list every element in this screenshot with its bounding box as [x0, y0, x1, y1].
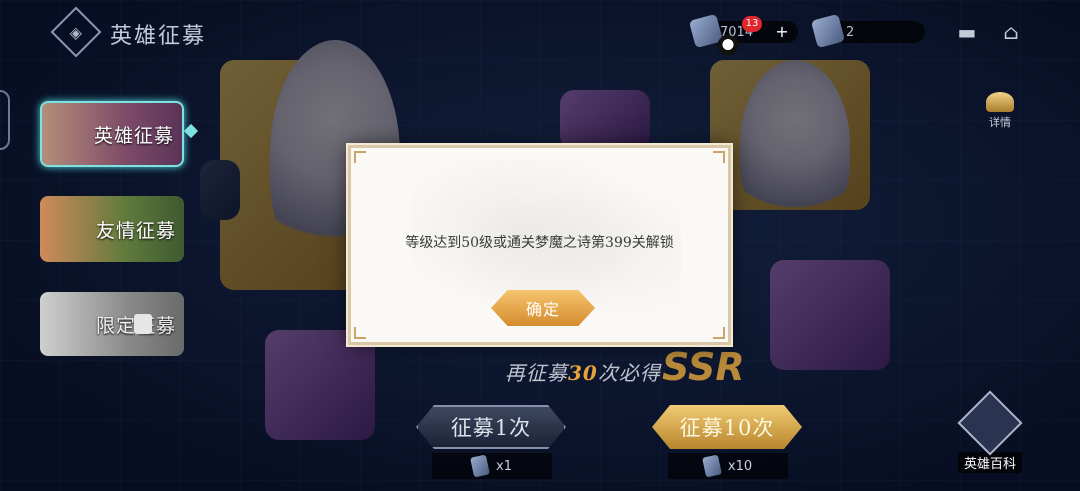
corner-ornament — [713, 151, 725, 163]
recruit-ten-button[interactable]: 征募10次 — [652, 405, 802, 449]
corner-ornament — [713, 327, 725, 339]
sidebar-item-hero-recruit[interactable]: 英雄征募 — [40, 101, 184, 167]
dialog-message: 等级达到50级或通关梦魔之诗第399关解锁 — [405, 235, 674, 251]
confirm-button[interactable]: 确定 — [491, 290, 595, 326]
sidebar-item-label: 友情征募 — [95, 219, 176, 242]
pity-suffix: 次必得 — [597, 361, 661, 385]
details-label: 详情 — [989, 116, 1011, 129]
notification-badge: 13 — [742, 16, 762, 32]
sidebar-item-friend-recruit[interactable]: 友情征募 — [40, 196, 184, 262]
chat-icon[interactable]: ▬ — [954, 20, 980, 44]
ssr-rarity-logo: SSR — [662, 345, 745, 389]
sidebar-item-locked-recruit[interactable]: 限定征募 — [40, 292, 184, 356]
hero-encyclopedia-button[interactable]: 英雄百科 — [955, 390, 1025, 473]
corner-ornament — [354, 151, 366, 163]
cost-value: x10 — [727, 458, 753, 474]
corner-ornament — [354, 327, 366, 339]
pity-prefix: 再征募 — [505, 361, 568, 385]
ticket-icon — [470, 454, 490, 478]
confirm-label: 确定 — [525, 300, 560, 319]
recruit-once-cost: x1 — [432, 453, 552, 479]
recruit-ten-label: 征募10次 — [679, 416, 775, 440]
qq-penguin-icon[interactable] — [717, 35, 739, 59]
page-title: 英雄征募 — [110, 24, 207, 49]
cost-value: x1 — [496, 458, 512, 474]
add-gem-button[interactable]: + — [772, 22, 792, 42]
side-collapse-tab[interactable] — [0, 90, 10, 150]
lock-icon — [134, 314, 152, 334]
recruit-ten-cost: x10 — [668, 453, 788, 479]
home-icon[interactable]: ⌂ — [998, 20, 1024, 44]
ticket-counter: 2 — [810, 13, 925, 49]
encyclopedia-icon — [957, 390, 1023, 456]
sidebar-item-label: 英雄征募 — [93, 124, 174, 147]
ticket-icon — [701, 454, 722, 478]
recruit-once-label: 征募1次 — [450, 416, 532, 440]
ticket-count: 2 — [846, 24, 855, 40]
recruit-once-button[interactable]: 征募1次 — [416, 405, 566, 449]
pity-count: 30 — [568, 361, 598, 385]
details-button[interactable]: 详情 — [982, 92, 1018, 132]
unlock-requirement-dialog: 等级达到50级或通关梦魔之诗第399关解锁 确定 — [348, 145, 731, 345]
details-icon — [986, 92, 1014, 112]
pity-counter-text: 再征募30次必得 — [505, 357, 661, 386]
